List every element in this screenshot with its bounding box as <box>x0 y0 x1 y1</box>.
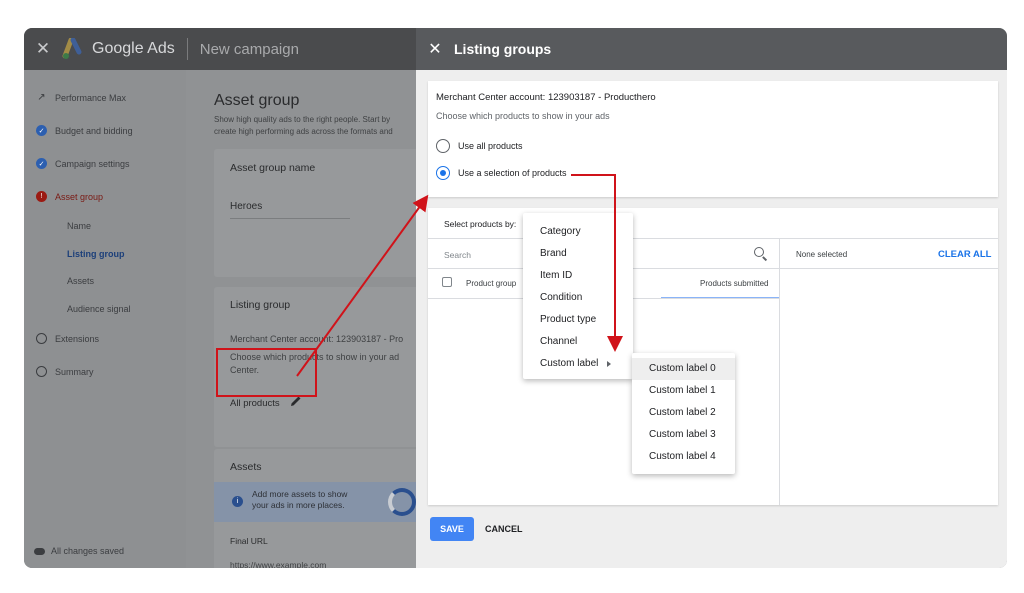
check-circle-icon: ✓ <box>36 125 47 136</box>
close-icon[interactable]: ✕ <box>416 39 454 59</box>
cancel-button[interactable]: CANCEL <box>485 517 523 541</box>
product-scope-card: Merchant Center account: 123903187 - Pro… <box>428 81 998 197</box>
menu-item-product-type[interactable]: Product type <box>523 309 633 331</box>
sidebar-item-campaign-settings[interactable]: ✓ Campaign settings <box>36 158 130 169</box>
info-text-line: Add more assets to show <box>252 489 348 499</box>
close-icon[interactable]: ✕ <box>24 39 62 59</box>
page-description: Show high quality ads to the right peopl… <box>214 114 416 138</box>
sidebar-item-summary[interactable]: Summary <box>36 366 94 377</box>
menu-item-custom-label-0[interactable]: Custom label 0 <box>632 358 735 380</box>
radio-label: Use all products <box>458 141 523 151</box>
assets-info-banner: i Add more assets to show your ads in mo… <box>214 482 416 522</box>
search-input[interactable]: Search <box>444 250 471 260</box>
column-header-products-submitted[interactable]: Products submitted <box>700 279 768 288</box>
listing-group-value: All products <box>230 398 280 409</box>
listing-groups-panel: ✕ Listing groups Merchant Center account… <box>416 28 1007 568</box>
save-status-text: All changes saved <box>51 546 125 556</box>
scope-subtitle: Choose which products to show in your ad… <box>436 111 610 121</box>
save-status: All changes saved <box>34 546 124 556</box>
divider <box>428 268 998 269</box>
menu-item-channel[interactable]: Channel <box>523 331 633 353</box>
menu-item-label: Custom label <box>540 358 599 369</box>
radio-unchecked-icon[interactable] <box>436 139 450 153</box>
none-selected-text: None selected <box>796 250 848 259</box>
asset-group-content: Asset group Show high quality ads to the… <box>186 70 416 568</box>
trend-icon: ↗ <box>37 92 46 103</box>
cloud-icon <box>34 547 45 555</box>
radio-label: Use a selection of products <box>458 168 567 178</box>
menu-item-custom-label[interactable]: Custom label <box>523 353 633 375</box>
asset-group-name-card: Asset group name Heroes <box>214 149 416 277</box>
menu-item-category[interactable]: Category <box>523 221 633 243</box>
merchant-account-text: Merchant Center account: 123903187 - Pro… <box>436 92 656 103</box>
sidebar-item-extensions[interactable]: Extensions <box>36 333 99 344</box>
google-ads-logo-icon <box>62 37 86 60</box>
sidebar-subitem-assets[interactable]: Assets <box>67 276 94 286</box>
panel-header: ✕ Listing groups <box>416 28 1007 70</box>
menu-item-item-id[interactable]: Item ID <box>523 265 633 287</box>
radio-use-all-products[interactable]: Use all products <box>436 139 523 153</box>
error-icon: ! <box>36 191 47 202</box>
sidebar-item-asset-group[interactable]: ! Asset group <box>36 191 103 202</box>
info-icon: i <box>232 496 243 507</box>
info-text: Add more assets to show your ads in more… <box>252 489 347 511</box>
info-text-line: your ads in more places. <box>252 500 345 510</box>
check-circle-icon: ✓ <box>36 158 47 169</box>
final-url-label: Final URL <box>230 536 268 546</box>
menu-item-custom-label-4[interactable]: Custom label 4 <box>632 446 735 468</box>
card-title: Listing group <box>230 299 291 311</box>
circle-icon <box>36 333 47 344</box>
sidebar-subitem-name[interactable]: Name <box>67 221 91 231</box>
ad-strength-donut-icon <box>388 488 416 516</box>
sidebar-subitem-audience-signal[interactable]: Audience signal <box>67 304 131 314</box>
menu-item-custom-label-2[interactable]: Custom label 2 <box>632 402 735 424</box>
topbar-divider <box>186 38 188 60</box>
divider <box>428 238 998 239</box>
page-description-line: Show high quality ads to the right peopl… <box>214 115 391 124</box>
page-description-line: create high performing ads across the fo… <box>214 127 393 136</box>
submenu-arrow-icon <box>607 361 611 367</box>
radio-use-selection[interactable]: Use a selection of products <box>436 166 567 180</box>
menu-item-custom-label-1[interactable]: Custom label 1 <box>632 380 735 402</box>
sidebar-item-label: Asset group <box>55 191 104 202</box>
sidebar: ↗ Performance Max ✓ Budget and bidding ✓… <box>24 70 186 568</box>
card-title: Asset group name <box>230 162 316 174</box>
sidebar-item-label: Extensions <box>55 333 100 344</box>
merchant-account-text: Merchant Center account: 123903187 - Pro <box>230 334 404 344</box>
app-window: ✕ Google Ads New campaign ↗ Performance … <box>24 28 1007 568</box>
sidebar-subitem-listing-group[interactable]: Listing group <box>67 249 125 259</box>
dimension-dropdown-menu: Category Brand Item ID Condition Product… <box>523 213 633 379</box>
final-url-input[interactable]: https://www.example.com <box>230 560 326 568</box>
page-title: Asset group <box>214 92 300 109</box>
sidebar-item-performance-max[interactable]: ↗ Performance Max <box>36 92 126 103</box>
card-title: Assets <box>230 461 262 473</box>
menu-item-condition[interactable]: Condition <box>523 287 633 309</box>
app-topbar: ✕ Google Ads New campaign <box>24 28 416 70</box>
annotation-highlight-box <box>216 348 317 397</box>
sidebar-item-label: Budget and bidding <box>55 125 133 136</box>
save-button[interactable]: SAVE <box>430 517 474 541</box>
select-all-checkbox[interactable] <box>442 277 452 287</box>
radio-checked-icon[interactable] <box>436 166 450 180</box>
panel-title: Listing groups <box>454 41 552 57</box>
custom-label-submenu: Custom label 0 Custom label 1 Custom lab… <box>632 353 735 474</box>
clear-all-button[interactable]: CLEAR ALL <box>938 249 991 260</box>
assets-card: Assets i Add more assets to show your ad… <box>214 449 416 568</box>
campaign-title: New campaign <box>199 40 299 58</box>
sidebar-item-label: Performance Max <box>55 92 127 103</box>
sidebar-item-label: Summary <box>55 366 94 377</box>
select-products-by-label[interactable]: Select products by: <box>444 219 516 229</box>
menu-item-custom-label-3[interactable]: Custom label 3 <box>632 424 735 446</box>
app-brand: Google Ads <box>92 40 175 57</box>
asset-group-name-field[interactable]: Heroes <box>230 201 262 212</box>
sidebar-item-budget[interactable]: ✓ Budget and bidding <box>36 125 133 136</box>
search-icon[interactable] <box>754 247 764 257</box>
column-header-product-group: Product group <box>466 279 517 288</box>
field-underline <box>230 218 350 219</box>
circle-icon <box>36 366 47 377</box>
column-divider <box>779 238 780 505</box>
sidebar-item-label: Campaign settings <box>55 158 130 169</box>
menu-item-brand[interactable]: Brand <box>523 243 633 265</box>
